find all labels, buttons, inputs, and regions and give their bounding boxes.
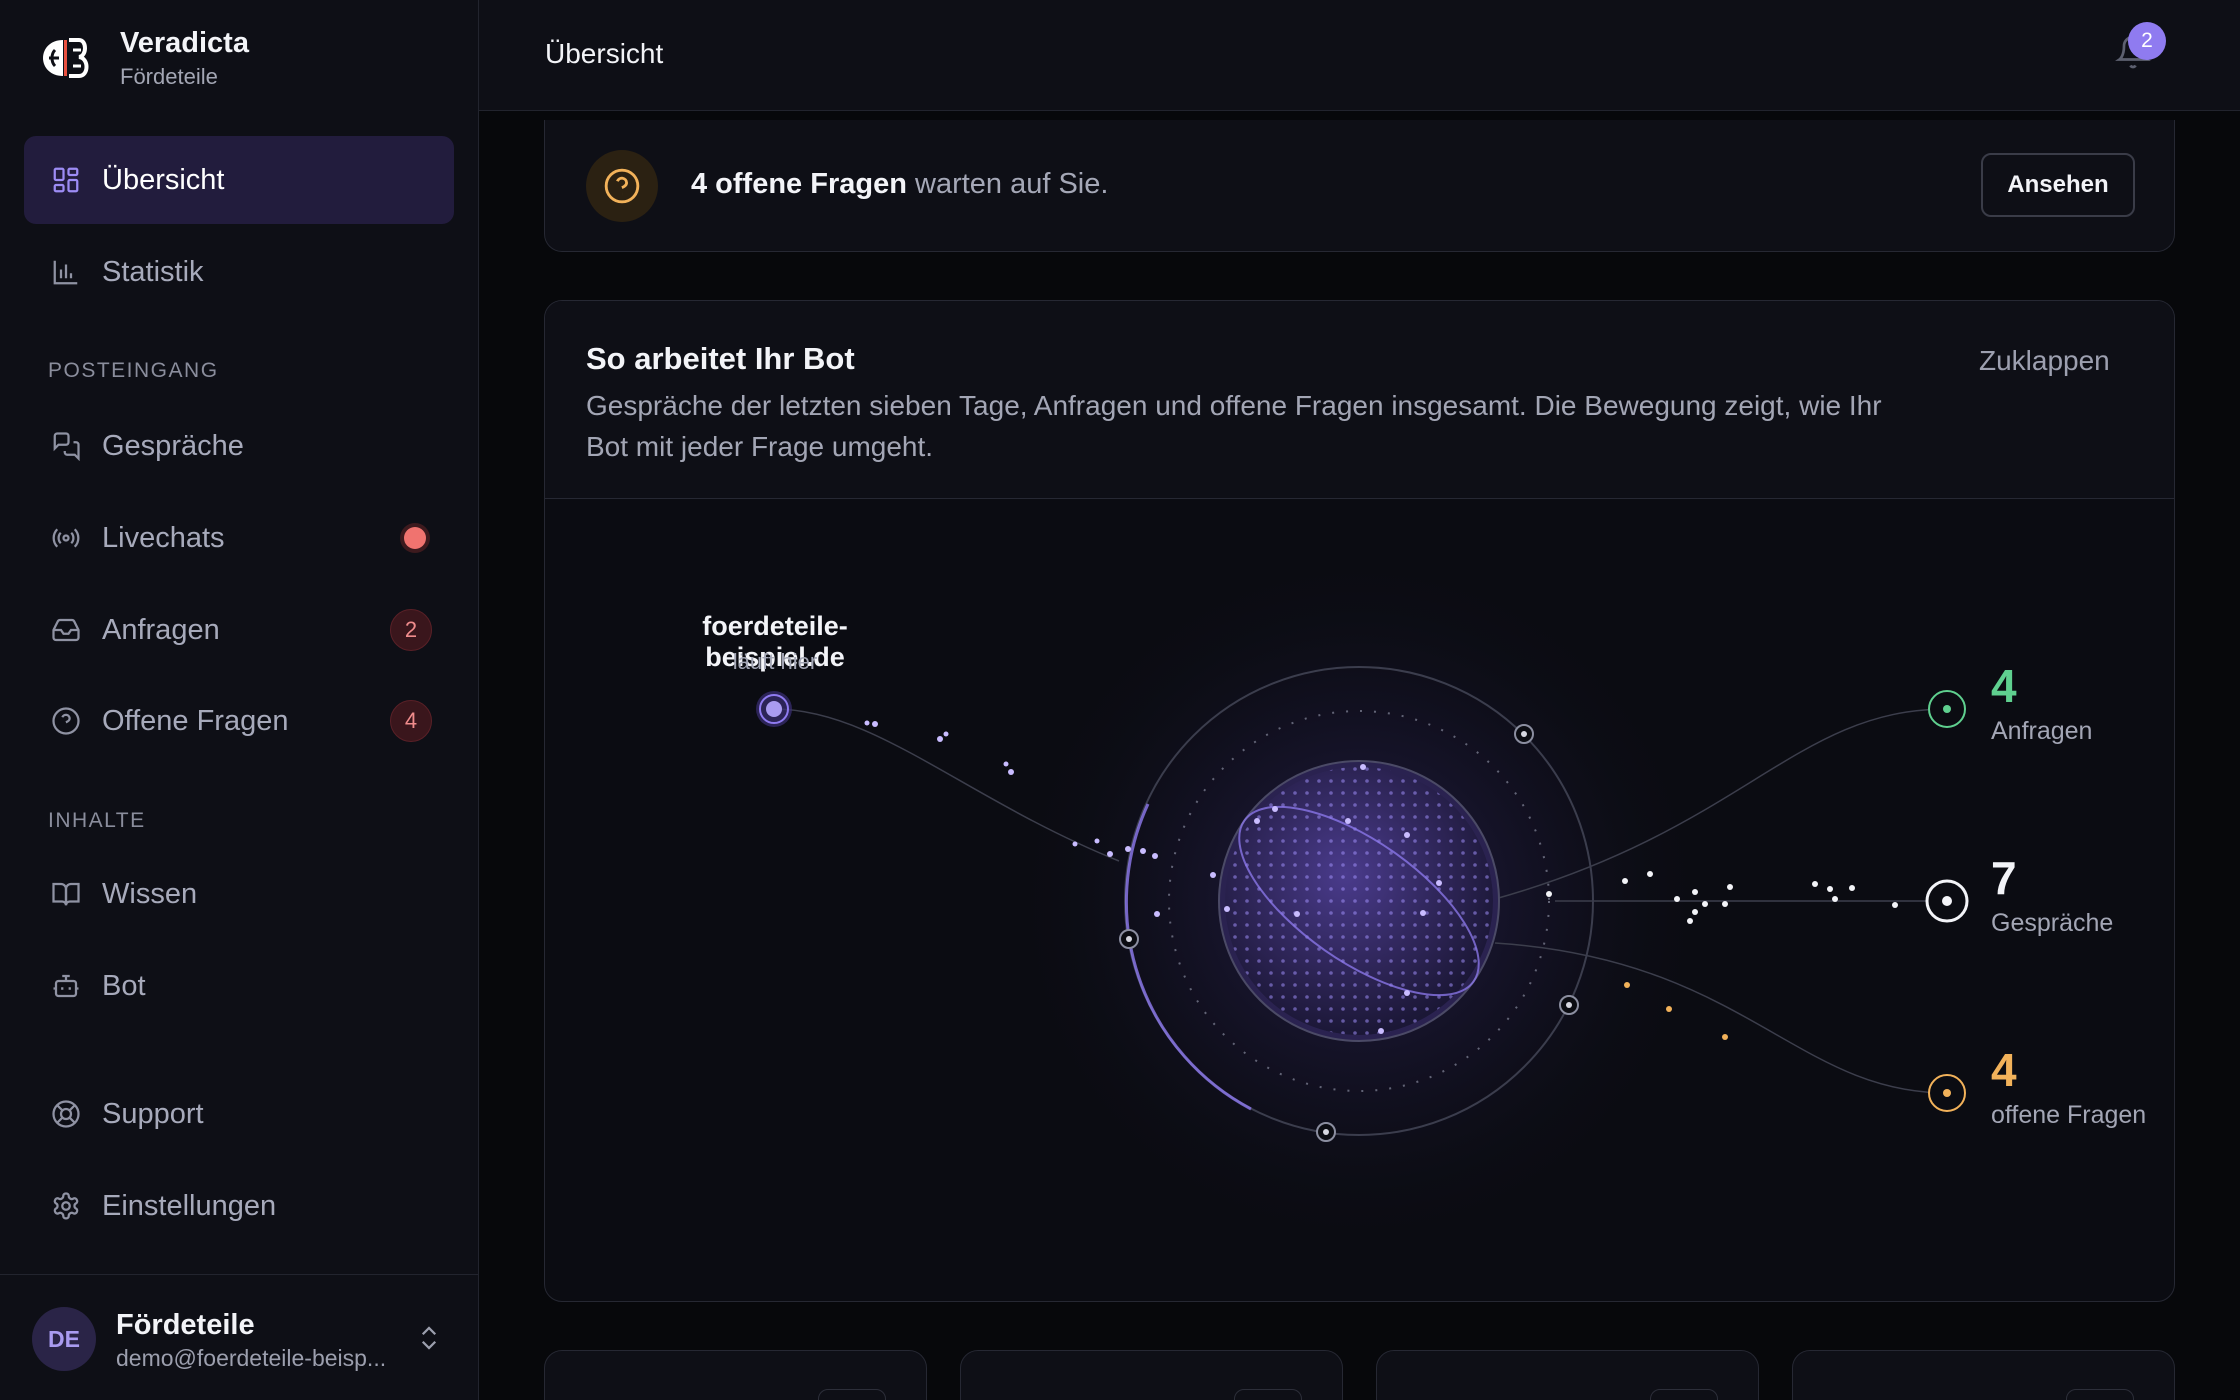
robot-icon bbox=[48, 968, 84, 1004]
user-email: demo@foerdeteile-beisp... bbox=[116, 1345, 387, 1371]
summary-card bbox=[960, 1350, 1343, 1400]
notification-count-badge: 2 bbox=[2128, 22, 2166, 60]
sidebar-item-label: Support bbox=[102, 1097, 204, 1130]
broadcast-icon bbox=[48, 520, 84, 556]
alert-message-strong: 4 offene Fragen bbox=[691, 168, 907, 200]
inbox-icon bbox=[48, 612, 84, 648]
bar-chart-icon bbox=[48, 254, 84, 290]
open-questions-alert: 4 offene Fragen warten auf Sie. Ansehen bbox=[544, 120, 2175, 252]
lifebuoy-icon bbox=[48, 1096, 84, 1132]
brand[interactable]: Veradicta Fördeteile bbox=[36, 24, 249, 92]
question-circle-icon bbox=[48, 703, 84, 739]
brand-text: Veradicta Fördeteile bbox=[120, 24, 249, 92]
bot-card-title: So arbeitet Ihr Bot bbox=[586, 341, 855, 376]
sidebar-item-support[interactable]: Support bbox=[24, 1070, 454, 1158]
summary-card bbox=[544, 1350, 927, 1400]
sidebar-item-uebersicht[interactable]: Übersicht bbox=[24, 136, 454, 224]
sidebar-item-livechats[interactable]: Livechats bbox=[24, 494, 454, 582]
sidebar-item-statistik[interactable]: Statistik bbox=[24, 228, 454, 316]
user-account-switcher[interactable]: DE Fördeteile demo@foerdeteile-beisp... bbox=[0, 1274, 479, 1400]
brand-subtitle: Fördeteile bbox=[120, 64, 218, 89]
bot-activity-card: So arbeitet Ihr Bot Gespräche der letzte… bbox=[544, 300, 2175, 1302]
sidebar-item-gespraeche[interactable]: Gespräche bbox=[24, 402, 454, 490]
stat-anfragen-label: Anfragen bbox=[1991, 717, 2093, 745]
collapse-button[interactable]: Zuklappen bbox=[1979, 345, 2110, 377]
brand-name: Veradicta bbox=[120, 27, 249, 59]
offene-fragen-count-badge: 4 bbox=[390, 700, 432, 742]
sidebar-item-label: Offene Fragen bbox=[102, 704, 289, 737]
summary-card bbox=[1376, 1350, 1759, 1400]
stat-offene-fragen-label: offene Fragen bbox=[1991, 1101, 2147, 1129]
sidebar-item-label: Wissen bbox=[102, 877, 198, 910]
bot-card-header: So arbeitet Ihr Bot Gespräche der letzte… bbox=[545, 301, 2174, 499]
anfragen-count-badge: 2 bbox=[390, 609, 432, 651]
app-root: Veradicta Fördeteile Übersicht Statistik… bbox=[0, 0, 2240, 1400]
summary-card bbox=[1792, 1350, 2175, 1400]
stat-gespraeche-label: Gespräche bbox=[1991, 909, 2114, 937]
sidebar-item-label: Livechats bbox=[102, 521, 225, 554]
chat-bubbles-icon bbox=[48, 428, 84, 464]
stat-offene-fragen-value: 4 bbox=[1991, 1044, 2017, 1096]
alert-message: 4 offene Fragen warten auf Sie. bbox=[691, 168, 1108, 201]
card-icon-box bbox=[818, 1389, 886, 1400]
alert-message-rest: warten auf Sie. bbox=[906, 168, 1109, 200]
section-label-inhalte: INHALTE bbox=[48, 809, 146, 832]
sidebar-item-label: Einstellungen bbox=[102, 1189, 277, 1222]
card-icon-box bbox=[1650, 1389, 1718, 1400]
domain-status: läuft hier bbox=[732, 649, 818, 674]
card-icon-box bbox=[2066, 1389, 2134, 1400]
live-status-dot bbox=[404, 527, 426, 549]
sidebar-item-label: Anfragen bbox=[102, 613, 220, 646]
stat-anfragen-value: 4 bbox=[1991, 660, 2017, 712]
dashboard-grid-icon bbox=[48, 162, 84, 198]
bot-card-description: Gespräche der letzten sieben Tage, Anfra… bbox=[586, 390, 1882, 462]
sidebar-item-bot[interactable]: Bot bbox=[24, 942, 454, 1030]
user-name: Fördeteile bbox=[116, 1309, 255, 1341]
sidebar-item-einstellungen[interactable]: Einstellungen bbox=[24, 1162, 454, 1250]
sidebar-item-label: Bot bbox=[102, 969, 146, 1002]
brand-logo-icon bbox=[36, 29, 94, 87]
sidebar-item-label: Statistik bbox=[102, 255, 204, 288]
book-icon bbox=[48, 876, 84, 912]
chevrons-up-down-icon bbox=[414, 1323, 446, 1355]
card-icon-box bbox=[1234, 1389, 1302, 1400]
topbar: Übersicht 2 bbox=[479, 0, 2240, 111]
bot-flow-visualization: foerdeteile-beispiel.de läuft hier 4 Anf… bbox=[545, 499, 2174, 1301]
avatar: DE bbox=[32, 1307, 96, 1371]
sidebar-item-anfragen[interactable]: Anfragen 2 bbox=[24, 586, 454, 674]
gear-icon bbox=[48, 1188, 84, 1224]
section-label-posteingang: POSTEINGANG bbox=[48, 359, 219, 382]
stat-gespraeche-value: 7 bbox=[1991, 852, 2017, 904]
view-questions-button[interactable]: Ansehen bbox=[1981, 153, 2135, 217]
sidebar-item-wissen[interactable]: Wissen bbox=[24, 850, 454, 938]
sidebar-item-label: Übersicht bbox=[102, 163, 225, 196]
question-circle-icon bbox=[586, 150, 658, 222]
sidebar-item-offene-fragen[interactable]: Offene Fragen 4 bbox=[24, 677, 454, 765]
page-title: Übersicht bbox=[545, 38, 664, 69]
sidebar: Veradicta Fördeteile Übersicht Statistik… bbox=[0, 0, 479, 1400]
sidebar-item-label: Gespräche bbox=[102, 429, 244, 462]
